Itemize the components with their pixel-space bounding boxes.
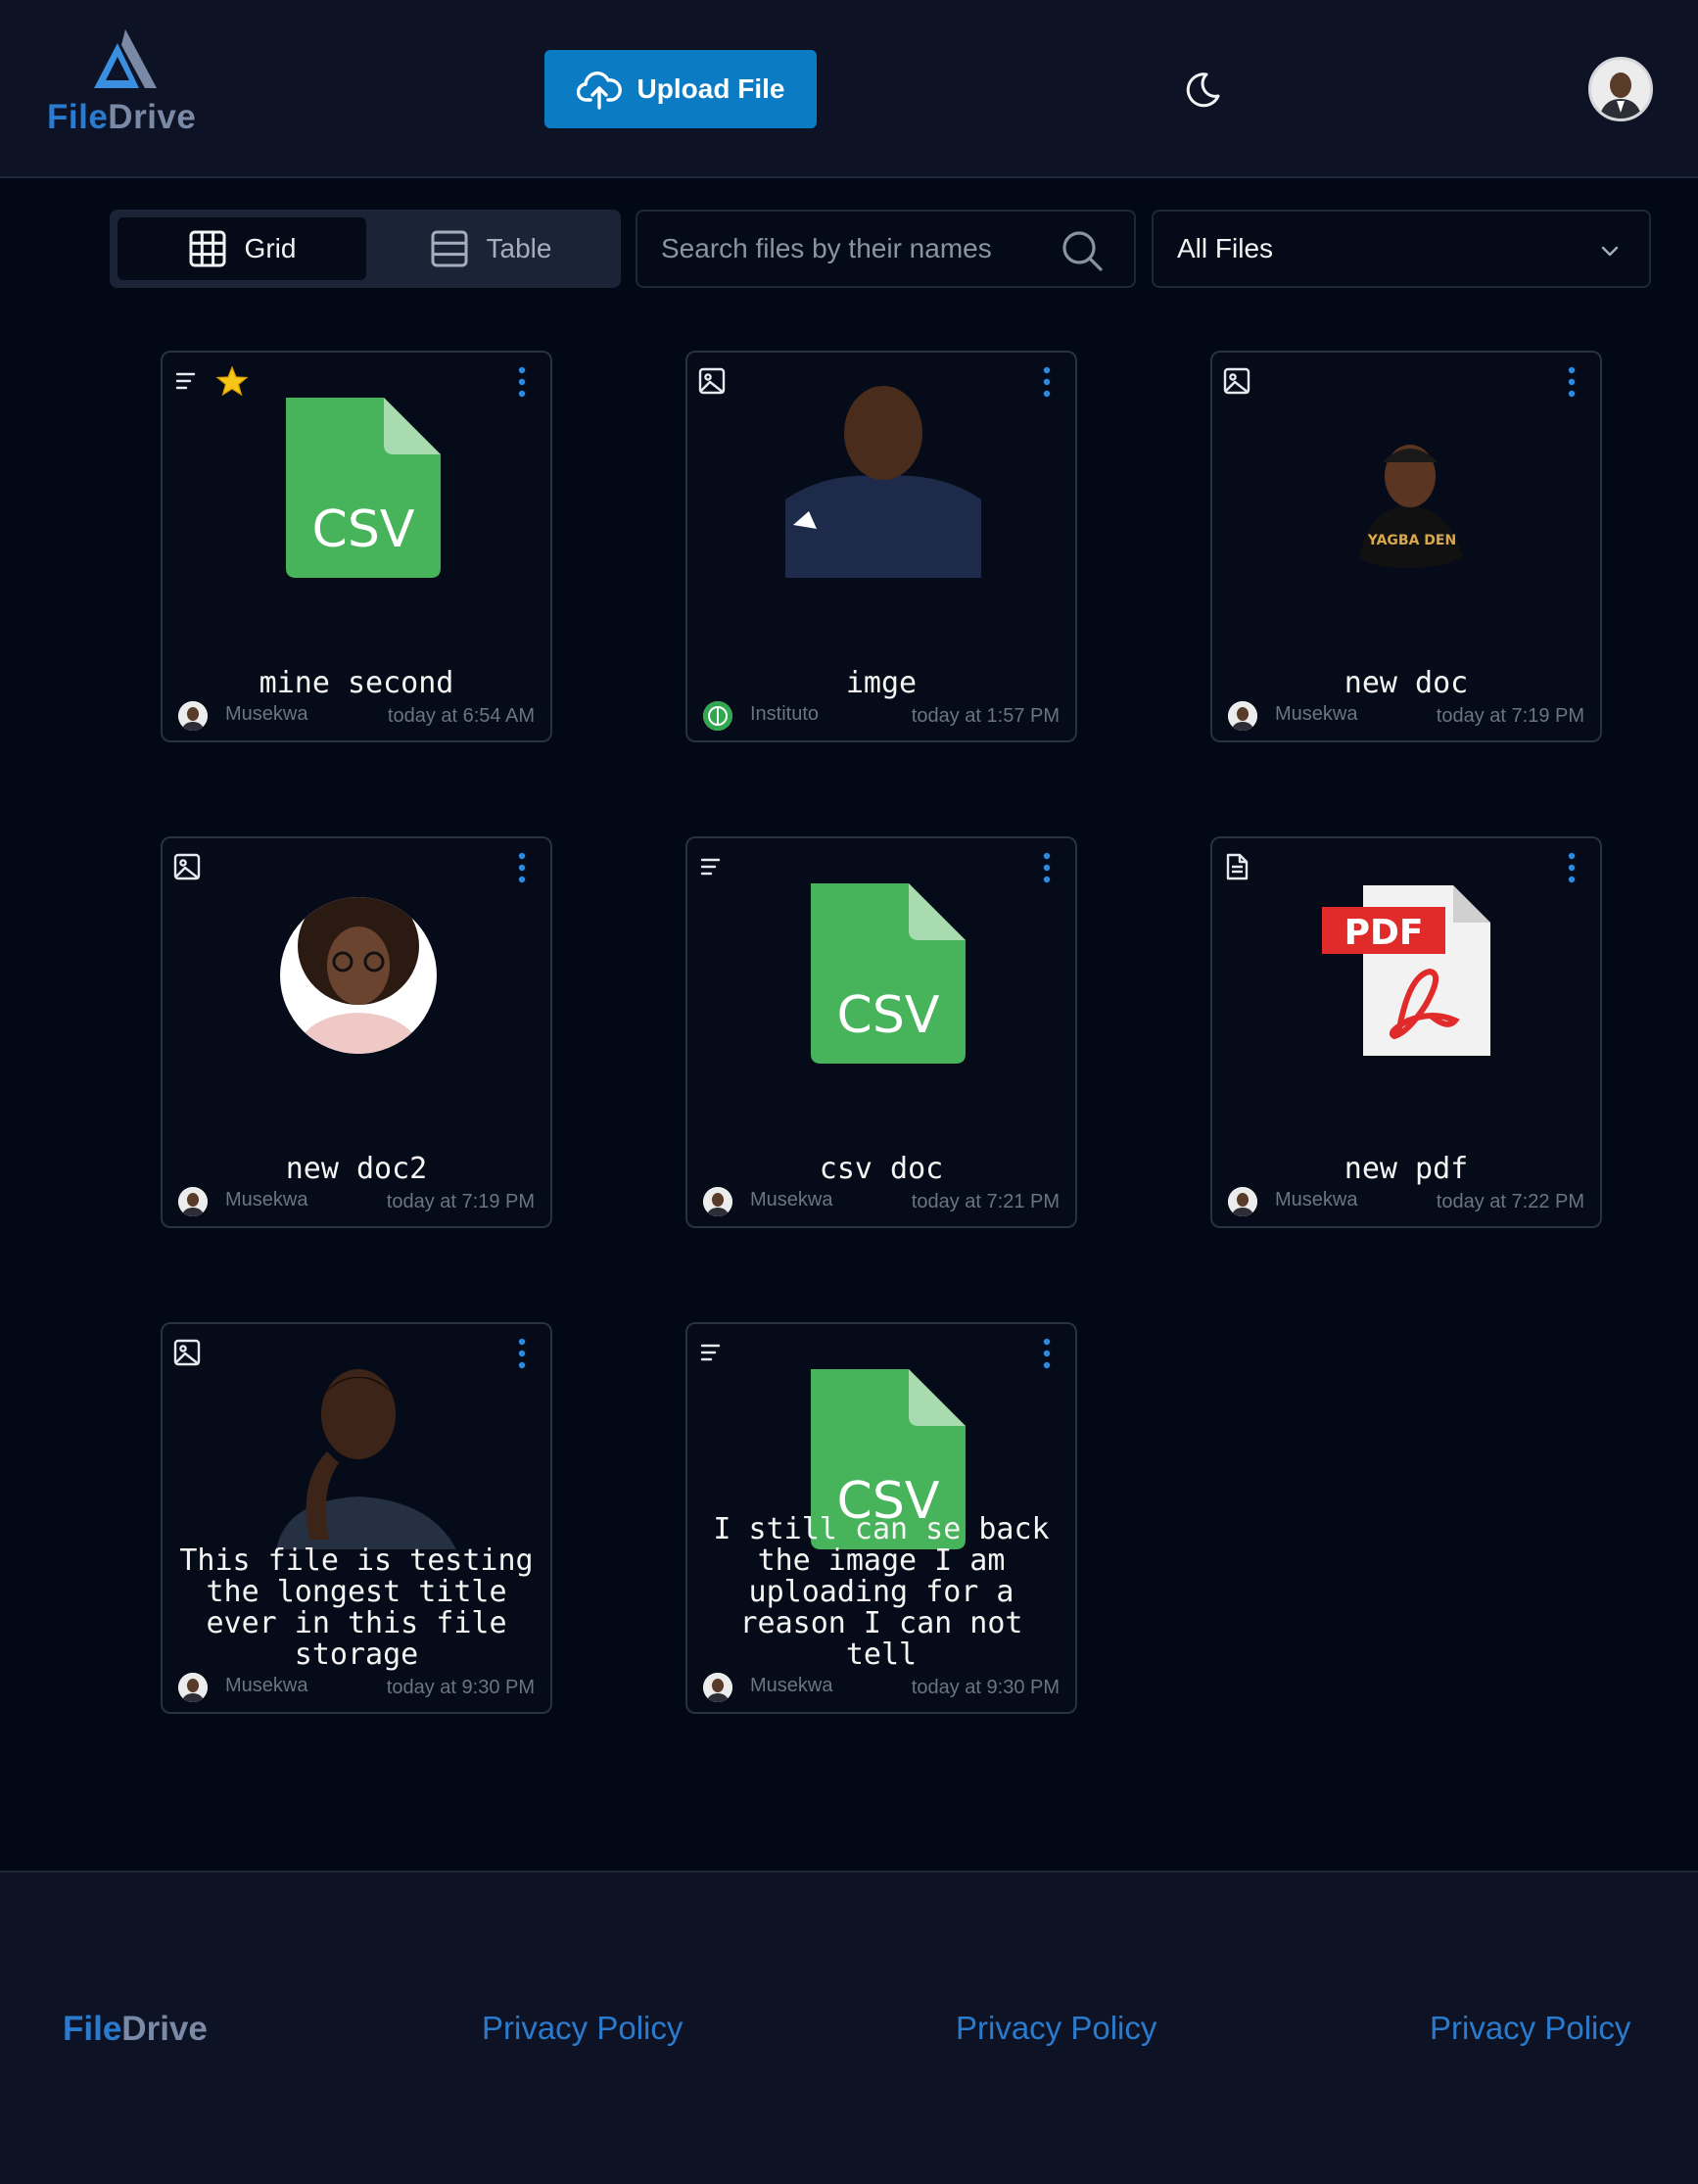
file-owner: Musekwa (1275, 1189, 1358, 1211)
file-card[interactable]: CSV I still can se back the image I am up… (685, 1322, 1077, 1714)
file-title: mine second (259, 666, 454, 700)
owner-avatar (178, 701, 208, 731)
privacy-policy-link[interactable]: Privacy Policy (956, 2010, 1156, 2047)
csv-file-icon: CSV (811, 883, 966, 1064)
user-avatar[interactable] (1588, 57, 1653, 121)
owner-avatar (1228, 701, 1257, 731)
file-card[interactable]: YAGBA DEN new doc Musekwa today at 7:19 PM (1210, 351, 1602, 742)
file-thumbnail: CSV (163, 382, 550, 578)
file-thumbnail: PDF (1212, 868, 1600, 1064)
file-date: today at 9:30 PM (386, 1677, 535, 1698)
owner-photo (703, 1673, 732, 1702)
cloud-upload-icon (576, 71, 622, 110)
upload-file-button[interactable]: Upload File (544, 50, 817, 128)
file-owner: Musekwa (225, 1675, 308, 1696)
owner-avatar (703, 1187, 732, 1216)
table-icon (431, 230, 468, 267)
tab-table-label: Table (486, 233, 552, 263)
owner-avatar (178, 1187, 208, 1216)
owner-logo (703, 701, 732, 731)
app-footer: FileDrive Privacy Policy Privacy Policy … (0, 1871, 1698, 2184)
file-type-select[interactable]: All Files (1152, 210, 1651, 288)
file-owner: Musekwa (225, 1189, 308, 1211)
file-date: today at 6:54 AM (387, 705, 535, 727)
image-preview: YAGBA DEN (1359, 445, 1463, 568)
file-card[interactable]: CSV mine second Musekwa today at 6:54 AM (161, 351, 552, 742)
csv-thumb-label: CSV (312, 500, 415, 559)
pdf-thumb-label: PDF (1344, 913, 1424, 953)
owner-photo (178, 1673, 208, 1702)
file-title: new doc2 (285, 1152, 428, 1186)
image-preview (785, 382, 981, 578)
file-card[interactable]: PDF new pdf Musekwa today at 7:22 PM (1210, 836, 1602, 1228)
owner-photo (703, 1187, 732, 1216)
search-input[interactable]: Search files by their names (636, 210, 1136, 288)
file-title: new doc (1344, 666, 1469, 700)
file-title: csv doc (819, 1152, 944, 1186)
csv-thumb-label: CSV (837, 986, 940, 1045)
privacy-policy-link[interactable]: Privacy Policy (1430, 2010, 1630, 2047)
file-type-value: All Files (1177, 233, 1274, 263)
privacy-policy-link[interactable]: Privacy Policy (482, 2010, 683, 2047)
file-thumbnail (163, 868, 550, 1064)
file-owner: Instituto (750, 703, 820, 725)
file-card[interactable]: This file is testing the longest title e… (161, 1322, 552, 1714)
owner-photo (1228, 1187, 1257, 1216)
file-owner: Musekwa (750, 1189, 833, 1211)
pdf-file-icon: PDF (1322, 885, 1490, 1056)
upload-label: Upload File (637, 73, 785, 104)
owner-avatar (703, 1673, 732, 1702)
file-title: This file is testing the longest title e… (179, 1543, 534, 1672)
file-owner: Musekwa (225, 703, 308, 725)
file-thumbnail (163, 1353, 550, 1549)
file-card[interactable]: new doc2 Musekwa today at 7:19 PM (161, 836, 552, 1228)
file-thumbnail (687, 382, 1075, 578)
search-icon[interactable] (1061, 229, 1104, 272)
file-thumbnail: CSV (687, 868, 1075, 1064)
svg-text:YAGBA DEN: YAGBA DEN (1367, 533, 1456, 548)
view-toggle: Grid Table (110, 210, 621, 288)
avatar-photo (1591, 60, 1650, 119)
search-placeholder: Search files by their names (661, 233, 992, 263)
logo-wordmark: FileDrive (47, 98, 197, 136)
file-date: today at 9:30 PM (911, 1677, 1060, 1698)
owner-photo (1228, 701, 1257, 731)
owner-avatar (1228, 1187, 1257, 1216)
file-title: imge (845, 666, 918, 700)
owner-photo (178, 1187, 208, 1216)
file-title: I still can se back the image I am uploa… (713, 1512, 1050, 1672)
image-preview (280, 897, 437, 1054)
owner-avatar (178, 1673, 208, 1702)
tab-grid-label: Grid (244, 233, 297, 263)
image-preview (276, 1369, 456, 1549)
file-date: today at 1:57 PM (911, 705, 1060, 727)
owner-avatar (703, 701, 732, 731)
filedrive-logo[interactable]: FileDrive (47, 27, 204, 141)
file-owner: Musekwa (1275, 703, 1358, 725)
file-date: today at 7:21 PM (911, 1191, 1060, 1212)
file-date: today at 7:19 PM (1436, 705, 1584, 727)
moon-icon[interactable] (1183, 71, 1222, 110)
footer-logo[interactable]: FileDrive (63, 2010, 208, 2049)
file-card[interactable]: imge Instituto today at 1:57 PM (685, 351, 1077, 742)
file-date: today at 7:19 PM (386, 1191, 535, 1212)
app-header: FileDrive Upload File (0, 0, 1698, 178)
csv-file-icon: CSV (286, 398, 441, 578)
tab-table[interactable]: Table (366, 217, 615, 280)
file-card[interactable]: CSV csv doc Musekwa today at 7:21 PM (685, 836, 1077, 1228)
grid-icon (189, 230, 226, 267)
file-owner: Musekwa (750, 1675, 833, 1696)
chevron-down-icon (1601, 246, 1619, 257)
file-title: new pdf (1344, 1152, 1469, 1186)
file-thumbnail: YAGBA DEN (1212, 382, 1600, 578)
tab-grid[interactable]: Grid (118, 217, 366, 280)
file-date: today at 7:22 PM (1436, 1191, 1584, 1212)
logo-mark-icon (94, 29, 157, 88)
owner-photo (178, 701, 208, 731)
